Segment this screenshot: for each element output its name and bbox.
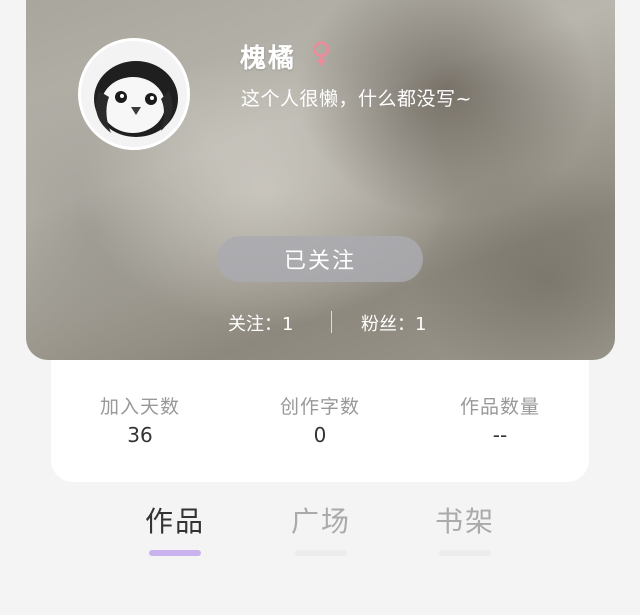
stats-divider <box>331 311 332 333</box>
tab-bookshelf[interactable]: 书架 <box>425 500 505 556</box>
stat-label: 加入天数 <box>99 396 180 418</box>
tab-active-indicator <box>149 550 201 556</box>
tab-plaza[interactable]: 广场 <box>281 500 361 556</box>
stat-word-count: 创作字数 0 <box>240 392 400 447</box>
follow-button[interactable]: 已关注 <box>217 236 423 282</box>
tab-indicator <box>295 550 347 556</box>
tab-indicator <box>439 550 491 556</box>
stat-works-count: 作品数量 -- <box>420 392 580 447</box>
username: 槐橘 <box>240 44 297 74</box>
stat-label: 创作字数 <box>279 396 360 418</box>
stat-value: 0 <box>313 423 327 447</box>
stat-label: 作品数量 <box>459 396 540 418</box>
user-bio: 这个人很懒，什么都没写~ <box>241 88 472 110</box>
avatar[interactable] <box>78 38 190 150</box>
tab-label: 作品 <box>144 505 205 538</box>
stat-value: -- <box>492 423 508 447</box>
tab-works[interactable]: 作品 <box>135 500 215 556</box>
penguin-avatar-icon <box>81 41 187 147</box>
stat-join-days: 加入天数 36 <box>60 392 220 447</box>
tab-label: 书架 <box>434 505 495 538</box>
tab-label: 广场 <box>290 505 351 538</box>
fans-count[interactable]: 粉丝：1 <box>361 310 426 336</box>
stat-value: 36 <box>127 423 153 447</box>
gender-female-icon: ♀ <box>311 36 332 69</box>
following-count[interactable]: 关注：1 <box>228 310 293 336</box>
